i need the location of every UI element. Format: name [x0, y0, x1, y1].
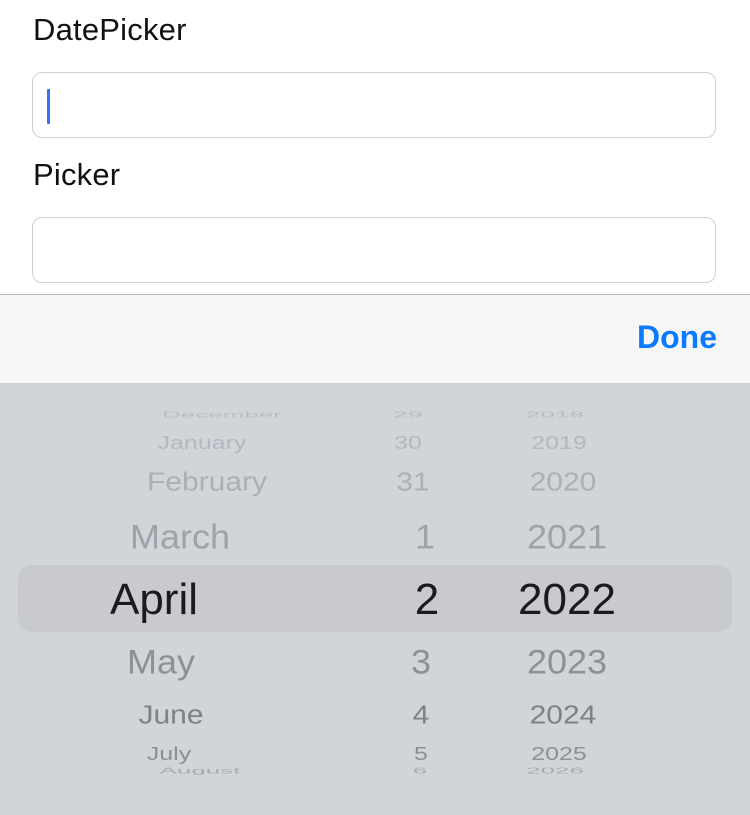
text-cursor — [47, 89, 50, 124]
day-option[interactable]: 31 — [396, 470, 429, 496]
day-option[interactable]: 29 — [394, 411, 423, 419]
day-option-selected[interactable]: 2 — [415, 578, 439, 622]
month-wheel[interactable]: December January February March April May June… — [0, 383, 330, 815]
year-option-selected[interactable]: 2022 — [518, 578, 616, 622]
day-option[interactable]: 30 — [394, 434, 422, 452]
year-option[interactable]: 2026 — [526, 767, 584, 775]
day-option[interactable]: 1 — [415, 519, 435, 554]
month-option[interactable]: January — [158, 434, 247, 452]
month-option[interactable]: February — [147, 470, 267, 496]
year-option[interactable]: 2021 — [527, 519, 607, 554]
day-option[interactable]: 3 — [411, 644, 431, 679]
datepicker-input[interactable] — [32, 72, 716, 138]
keyboard-accessory-toolbar: Done — [0, 294, 750, 383]
year-option[interactable]: 2023 — [527, 644, 607, 679]
day-option[interactable]: 4 — [413, 703, 430, 729]
day-option[interactable]: 5 — [414, 745, 428, 763]
year-option[interactable]: 2025 — [531, 745, 587, 763]
year-option[interactable]: 2020 — [530, 470, 597, 496]
year-option[interactable]: 2019 — [531, 434, 587, 452]
datepicker-label: DatePicker — [33, 12, 187, 47]
year-wheel[interactable]: 2018 2019 2020 2021 2022 2023 2024 2025 2026 — [480, 383, 750, 815]
picker-input[interactable] — [32, 217, 716, 283]
month-option-selected[interactable]: April — [110, 578, 198, 622]
month-option[interactable]: May — [127, 644, 195, 679]
day-option[interactable]: 6 — [413, 767, 427, 775]
month-option[interactable]: June — [138, 703, 203, 729]
date-picker-wheels: December January February March April May June… — [0, 383, 750, 815]
month-option[interactable]: July — [147, 745, 191, 763]
year-option[interactable]: 2024 — [530, 703, 597, 729]
month-option[interactable]: August — [160, 767, 241, 775]
month-option[interactable]: March — [130, 519, 230, 554]
day-wheel[interactable]: 29 30 31 1 2 3 4 5 6 — [330, 383, 480, 815]
picker-label: Picker — [33, 157, 121, 192]
done-button[interactable]: Done — [637, 319, 717, 356]
year-option[interactable]: 2018 — [526, 411, 584, 419]
month-option[interactable]: December — [162, 411, 282, 419]
